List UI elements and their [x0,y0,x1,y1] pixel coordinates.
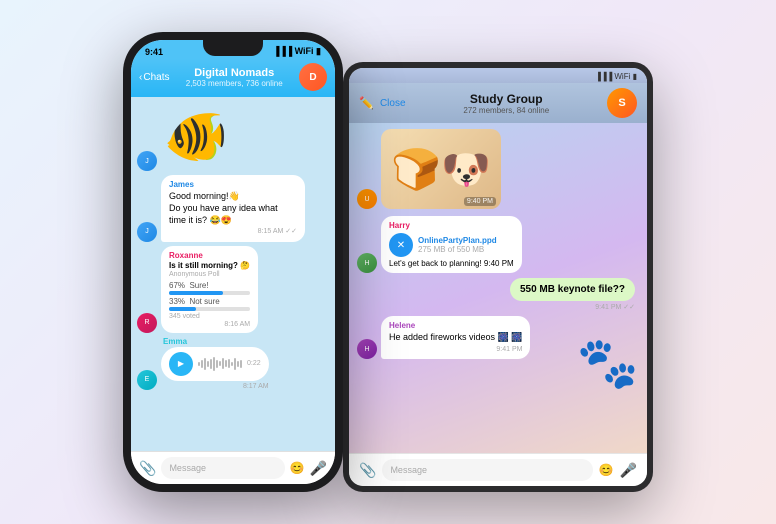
ipad-attach-icon[interactable]: 📎 [359,462,376,479]
james-message-row: J James Good morning!👋Do you have any id… [137,175,329,242]
ipad-device: ▐▐▐ WiFi ▮ ✏️ Close Study Group 272 memb… [343,62,653,492]
ipad-header-center: Study Group 272 members, 84 online [412,92,601,115]
file-size: 275 MB of 550 MB [418,245,497,254]
chat-avatar[interactable]: D [299,63,327,91]
iphone-device: 9:41 ▐▐▐ WiFi ▮ ‹ Chats Digital Nomads 2… [123,32,343,492]
poll-message-row: R Roxanne Is it still morning? 🤔 Anonymo… [137,246,329,333]
mic-icon[interactable]: 🎤 [310,460,327,477]
ipad-status-bar: ▐▐▐ WiFi ▮ [349,68,647,83]
ipad-sticker-icon[interactable]: 😊 [599,463,614,477]
input-placeholder: Message [169,463,206,473]
helene-text: He added fireworks videos 🎆 🎆 [389,332,522,344]
close-label: Close [380,98,406,109]
monster-sticker: 🐾 [577,334,639,393]
back-label: Chats [143,72,169,83]
toast-sender-avatar: U [357,189,377,209]
outgoing-large-row: 550 MB keynote file?? 9:41 PM ✓✓ [357,278,639,311]
ipad-input-placeholder: Message [390,465,427,475]
poll-bubble: Roxanne Is it still morning? 🤔 Anonymous… [161,246,258,333]
iphone-input-bar: 📎 Message 😊 🎤 [131,451,335,484]
helene-avatar: H [357,339,377,359]
iphone-notch [203,40,263,56]
poll-type: Anonymous Poll [169,271,250,278]
poll-sender: Roxanne [169,251,250,260]
ipad-chat-avatar[interactable]: S [607,88,637,118]
roxanne-avatar: R [137,313,157,333]
toast-image-row: U 🍞🐶 9:40 PM [357,129,639,209]
file-message-text: Let's get back to planning! 9:40 PM [389,259,514,268]
ipad-screen: ▐▐▐ WiFi ▮ ✏️ Close Study Group 272 memb… [349,68,647,486]
james-avatar-2: J [137,222,157,242]
wave-bars [198,357,242,371]
emma-avatar: E [137,370,157,390]
fish-sticker: 🐠 [161,101,231,171]
chat-title: Digital Nomads [173,67,295,79]
ipad-chat-title: Study Group [412,92,601,106]
header-center: Digital Nomads 2,503 members, 736 online [173,67,295,88]
attach-icon[interactable]: 📎 [139,460,156,477]
outgoing-large-time: 9:41 PM ✓✓ [595,303,639,311]
sticker-message-row: J 🐠 [137,101,329,171]
poll-time: 8:16 AM [169,321,250,328]
james-bubble: James Good morning!👋Do you have any idea… [161,175,305,242]
sticker-icon[interactable]: 😊 [290,461,305,475]
toast-image: 🍞🐶 9:40 PM [381,129,501,209]
poll-title: Is it still morning? 🤔 [169,261,250,270]
toast-time: 9:40 PM [464,197,496,206]
play-button[interactable]: ▶ [169,352,193,376]
ipad-chat-header: ✏️ Close Study Group 272 members, 84 onl… [349,83,647,123]
back-button[interactable]: ‹ Chats [139,72,169,83]
james-avatar: J [137,151,157,171]
file-download-icon[interactable]: ✕ [389,233,413,257]
poll-pct-2: 33% Not sure [169,297,250,306]
edit-icon[interactable]: ✏️ [359,96,374,110]
file-message-row: H Harry ✕ OnlinePartyPlan.ppd 275 MB of … [357,216,639,273]
ipad-chat-subtitle: 272 members, 84 online [412,106,601,115]
poll-option-1: 67% Sure! [169,281,250,295]
voice-waveform [198,356,242,372]
voice-bubble: ▶ [161,347,269,381]
helene-time: 9:41 PM [389,345,522,354]
voice-message-row: E Emma ▶ [137,337,329,390]
poll-voted: 345 voted [169,313,250,320]
ipad-input-bar: 📎 Message 😊 🎤 [349,453,647,486]
iphone-chat-area: J 🐠 J James Good morning!👋Do you have an… [131,97,335,451]
file-bubble: Harry ✕ OnlinePartyPlan.ppd 275 MB of 55… [381,216,522,273]
close-button[interactable]: Close [380,98,406,109]
helene-sender: Helene [389,321,522,331]
file-row: ✕ OnlinePartyPlan.ppd 275 MB of 550 MB [389,233,514,257]
ipad-mic-icon[interactable]: 🎤 [620,462,637,479]
file-sender: Harry [389,221,514,230]
chat-subtitle: 2,503 members, 736 online [173,79,295,88]
voice-duration: 0:22 [247,360,261,367]
ipad-message-input[interactable]: Message [382,459,592,481]
iphone-time: 9:41 [145,47,163,57]
ipad-status-icons: ▐▐▐ WiFi ▮ [595,72,637,81]
file-info: OnlinePartyPlan.ppd 275 MB of 550 MB [418,236,497,254]
iphone-status-icons: ▐▐▐ WiFi ▮ [273,46,321,57]
outgoing-large-bubble: 550 MB keynote file?? [510,278,635,301]
poll-pct-1: 67% Sure! [169,281,250,290]
helene-bubble: Helene He added fireworks videos 🎆 🎆 9:4… [381,316,530,359]
james-text: Good morning!👋Do you have any idea what … [169,191,297,226]
ipad-chat-area: U 🍞🐶 9:40 PM H Harry ✕ OnlinePartyP [349,123,647,453]
file-name: OnlinePartyPlan.ppd [418,236,497,245]
emma-time: 8:17 AM [161,383,269,390]
poll-option-2: 33% Not sure [169,297,250,311]
james-sender: James [169,180,297,190]
iphone-screen: 9:41 ▐▐▐ WiFi ▮ ‹ Chats Digital Nomads 2… [131,40,335,484]
iphone-chat-header: ‹ Chats Digital Nomads 2,503 members, 73… [131,59,335,97]
harry-avatar: H [357,253,377,273]
james-time: 8:15 AM ✓✓ [169,227,297,236]
chevron-left-icon: ‹ [139,72,142,83]
iphone-message-input[interactable]: Message [161,457,284,479]
emma-sender: Emma [161,337,269,346]
